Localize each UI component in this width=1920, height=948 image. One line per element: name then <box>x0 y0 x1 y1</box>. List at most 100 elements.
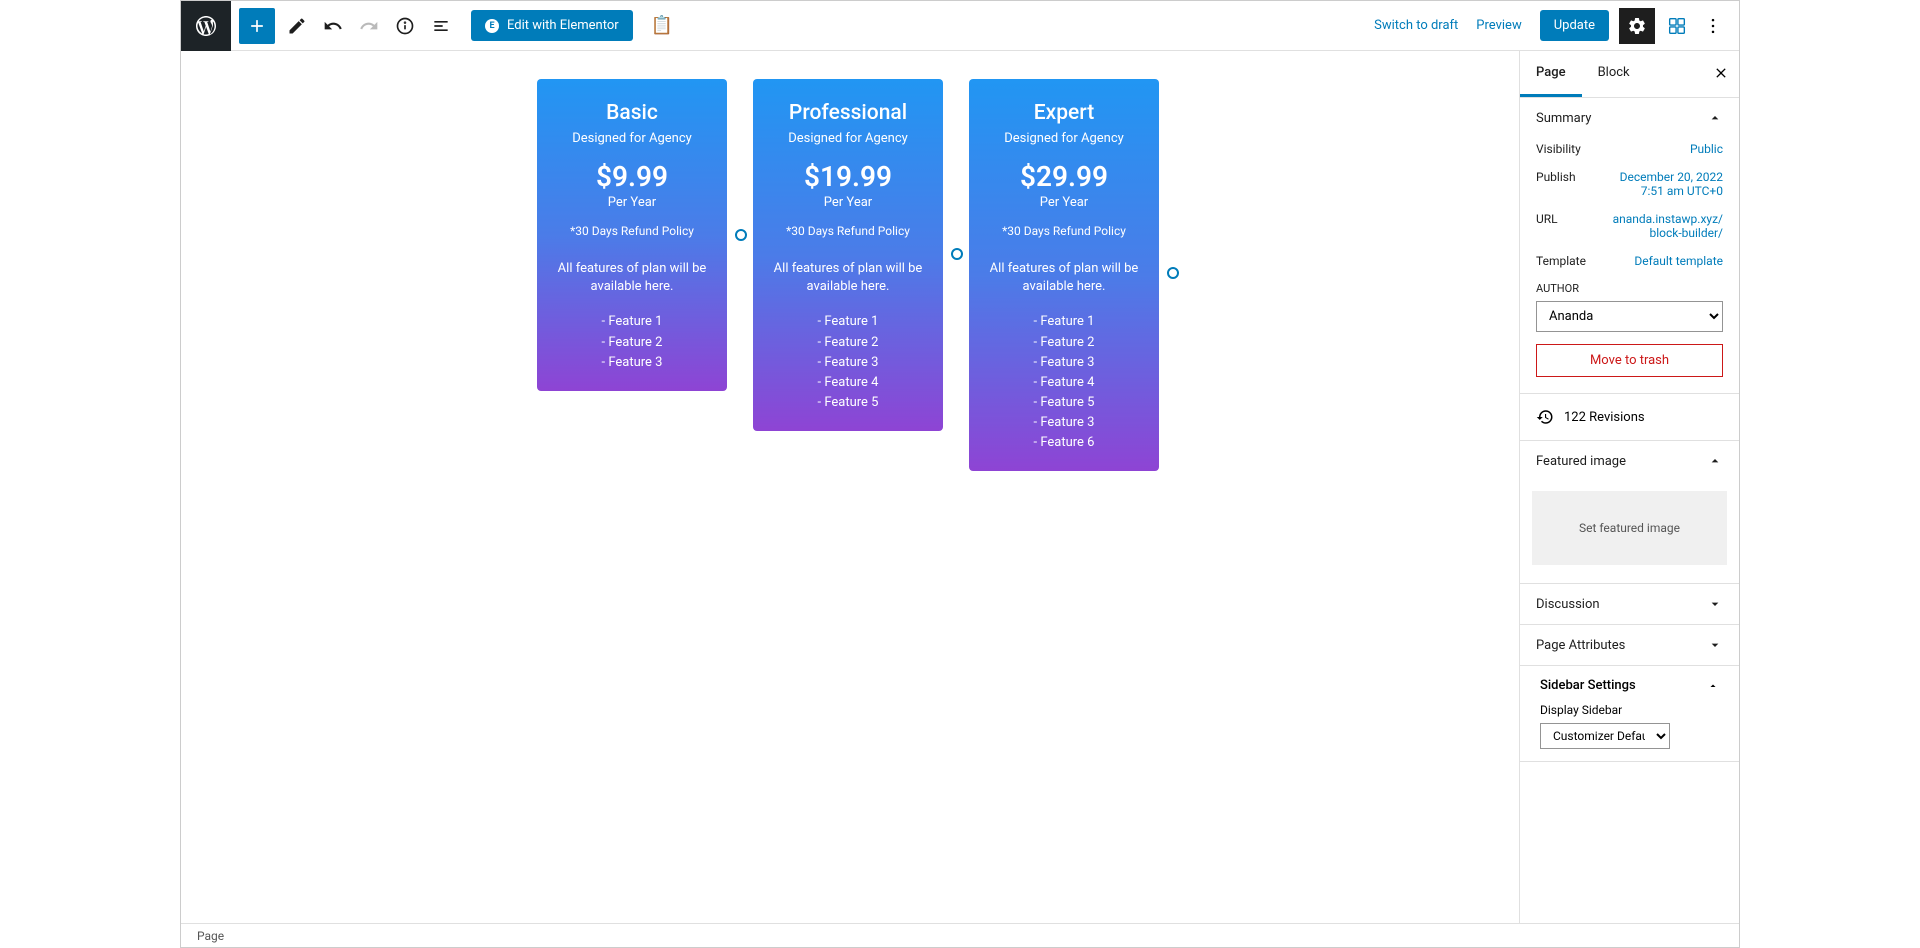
display-sidebar-select[interactable]: Customizer Default <box>1540 723 1670 749</box>
display-sidebar-label: Display Sidebar <box>1540 703 1719 717</box>
discussion-header[interactable]: Discussion <box>1520 584 1739 624</box>
redo-button[interactable] <box>351 8 387 44</box>
edit-mode-button[interactable] <box>279 8 315 44</box>
add-block-button[interactable] <box>239 8 275 44</box>
pricing-card-basic[interactable]: Basic Designed for Agency $9.99 Per Year *30… <box>537 79 727 391</box>
author-label: AUTHOR <box>1536 282 1723 295</box>
card-price: $29.99 <box>983 160 1145 193</box>
card-refund: *30 Days Refund Policy <box>767 224 929 238</box>
elementor-label: Edit with Elementor <box>507 18 619 33</box>
update-button[interactable]: Update <box>1540 10 1609 41</box>
featured-image-panel: Featured image Set featured image <box>1520 441 1739 584</box>
revisions-count: 122 Revisions <box>1564 410 1645 425</box>
card-subtitle: Designed for Agency <box>551 131 713 146</box>
gear-icon <box>1627 16 1647 36</box>
chevron-down-icon <box>1707 596 1723 612</box>
card-price: $9.99 <box>551 160 713 193</box>
revisions-button[interactable]: 122 Revisions <box>1520 394 1739 441</box>
card-features: - Feature 1- Feature 2- Feature 3 <box>551 312 713 372</box>
footer-breadcrumb: Page <box>181 923 1739 947</box>
list-icon <box>431 16 451 36</box>
undo-icon <box>323 16 343 36</box>
card-features: - Feature 1- Feature 2- Feature 3- Featu… <box>983 312 1145 453</box>
plugin-icon <box>1666 15 1688 37</box>
card-features: - Feature 1- Feature 2- Feature 3- Featu… <box>767 312 929 413</box>
summary-header[interactable]: Summary <box>1520 98 1739 138</box>
sidebar-settings-header[interactable]: Sidebar Settings <box>1540 678 1719 693</box>
wordpress-logo[interactable] <box>181 1 231 51</box>
top-toolbar: E Edit with Elementor 📋 Switch to draft … <box>181 1 1739 51</box>
discussion-panel: Discussion <box>1520 584 1739 625</box>
sidebar-settings-panel: Sidebar Settings Display Sidebar Customi… <box>1520 666 1739 762</box>
set-featured-image-button[interactable]: Set featured image <box>1532 491 1727 565</box>
page-attributes-title: Page Attributes <box>1536 638 1625 653</box>
plugin-button[interactable] <box>1659 8 1695 44</box>
breadcrumb-text[interactable]: Page <box>197 929 224 943</box>
outline-button[interactable] <box>423 8 459 44</box>
resize-handle-icon[interactable] <box>951 248 963 260</box>
more-options-button[interactable] <box>1695 8 1731 44</box>
undo-button[interactable] <box>315 8 351 44</box>
card-period: Per Year <box>983 195 1145 210</box>
elementor-icon: E <box>485 19 499 33</box>
featured-image-title: Featured image <box>1536 454 1626 469</box>
move-to-trash-button[interactable]: Move to trash <box>1536 344 1723 377</box>
card-subtitle: Designed for Agency <box>767 131 929 146</box>
url-value[interactable]: ananda.instawp.xyz/block-builder/ <box>1608 212 1723 240</box>
chevron-down-icon <box>1707 637 1723 653</box>
featured-image-header[interactable]: Featured image <box>1520 441 1739 481</box>
switch-draft-link[interactable]: Switch to draft <box>1374 18 1458 33</box>
preview-link[interactable]: Preview <box>1476 18 1521 33</box>
card-refund: *30 Days Refund Policy <box>551 224 713 238</box>
card-subtitle: Designed for Agency <box>983 131 1145 146</box>
close-icon <box>1713 65 1729 81</box>
card-desc: All features of plan will be available h… <box>551 260 713 296</box>
triangle-up-icon <box>1707 680 1719 692</box>
pricing-card-expert[interactable]: Expert Designed for Agency $29.99 Per Year *… <box>969 79 1159 471</box>
card-refund: *30 Days Refund Policy <box>983 224 1145 238</box>
more-vertical-icon <box>1703 16 1723 36</box>
card-desc: All features of plan will be available h… <box>767 260 929 296</box>
author-select[interactable]: Ananda <box>1536 301 1723 332</box>
page-attributes-header[interactable]: Page Attributes <box>1520 625 1739 665</box>
sidebar-tabs: Page Block <box>1520 51 1739 98</box>
resize-handle-icon[interactable] <box>735 229 747 241</box>
publish-value[interactable]: December 20, 2022 7:51 am UTC+0 <box>1608 170 1723 198</box>
redo-icon <box>359 16 379 36</box>
card-desc: All features of plan will be available h… <box>983 260 1145 296</box>
pricing-card-professional[interactable]: Professional Designed for Agency $19.99 Per… <box>753 79 943 431</box>
editor-canvas[interactable]: Basic Designed for Agency $9.99 Per Year *30… <box>181 51 1519 923</box>
close-sidebar-button[interactable] <box>1709 61 1733 85</box>
template-label: Template <box>1536 254 1586 268</box>
template-value[interactable]: Default template <box>1634 254 1723 268</box>
tab-page[interactable]: Page <box>1520 51 1582 97</box>
visibility-label: Visibility <box>1536 142 1581 156</box>
settings-button[interactable] <box>1619 8 1655 44</box>
visibility-value[interactable]: Public <box>1690 142 1723 156</box>
chevron-up-icon <box>1707 110 1723 126</box>
edit-elementor-button[interactable]: E Edit with Elementor <box>471 10 633 41</box>
clipboard-button[interactable]: 📋 <box>651 15 673 36</box>
discussion-title: Discussion <box>1536 597 1600 612</box>
card-title: Professional <box>767 101 929 125</box>
wordpress-icon <box>194 14 218 38</box>
settings-sidebar: Page Block Summary Visibility Public <box>1519 51 1739 923</box>
summary-panel: Summary Visibility Public Publish Decemb… <box>1520 98 1739 394</box>
summary-title: Summary <box>1536 111 1591 126</box>
card-period: Per Year <box>551 195 713 210</box>
url-label: URL <box>1536 212 1558 226</box>
publish-label: Publish <box>1536 170 1576 184</box>
plus-icon <box>247 16 267 36</box>
card-title: Basic <box>551 101 713 125</box>
sidebar-settings-title: Sidebar Settings <box>1540 678 1636 693</box>
card-price: $19.99 <box>767 160 929 193</box>
card-title: Expert <box>983 101 1145 125</box>
info-icon <box>395 16 415 36</box>
chevron-up-icon <box>1707 453 1723 469</box>
card-period: Per Year <box>767 195 929 210</box>
pencil-icon <box>287 16 307 36</box>
info-button[interactable] <box>387 8 423 44</box>
page-attributes-panel: Page Attributes <box>1520 625 1739 666</box>
tab-block[interactable]: Block <box>1582 51 1646 97</box>
resize-handle-icon[interactable] <box>1167 267 1179 279</box>
